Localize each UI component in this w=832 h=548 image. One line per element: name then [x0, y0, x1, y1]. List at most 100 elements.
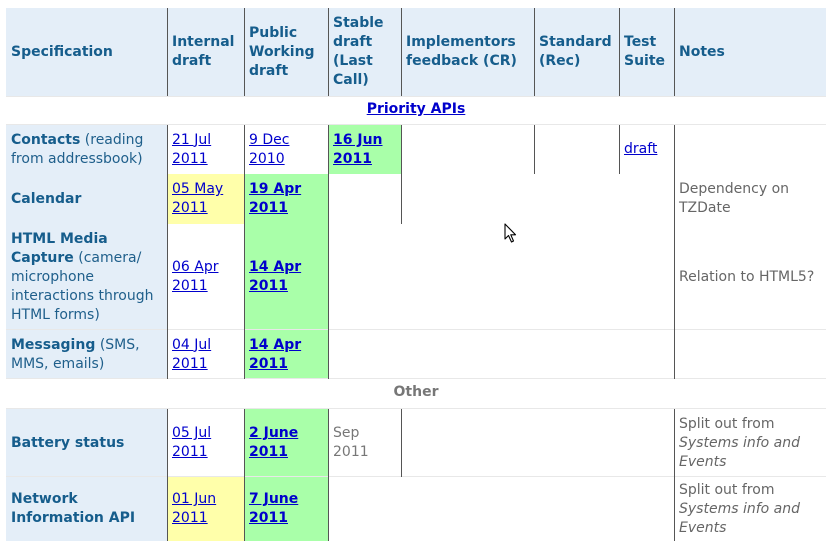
- network-notes-prefix: Split out from: [679, 481, 775, 498]
- spec-messaging: Messaging (SMS, MMS, emails): [6, 330, 167, 379]
- battery-stable-text: Sep 2011: [333, 425, 369, 460]
- column-divider: [401, 125, 402, 224]
- spec-network-information-api: Network Information API: [6, 477, 167, 541]
- calendar-internal-draft: 05 May 2011: [167, 174, 244, 224]
- column-divider: [167, 409, 168, 541]
- spec-messaging-name: Messaging: [11, 336, 96, 353]
- column-divider: [244, 8, 245, 96]
- column-divider: [534, 125, 535, 174]
- spec-network-name: Network Information API: [11, 491, 136, 526]
- row-divider: [6, 476, 826, 477]
- header-test-suite-label: Test Suite: [624, 34, 666, 69]
- mouse-cursor-icon: [504, 223, 517, 243]
- column-divider: [328, 8, 329, 96]
- capture-public-link[interactable]: 14 Apr 2011: [249, 258, 323, 296]
- network-internal-link[interactable]: 01 Jun 2011: [172, 490, 239, 528]
- spec-messaging-text: Messaging (SMS, MMS, emails): [11, 336, 162, 374]
- spec-status-table: Specification Internal draft Public Work…: [6, 8, 826, 548]
- battery-notes-italic: Systems info and Events: [679, 434, 800, 470]
- battery-public-draft: 2 June 2011: [244, 409, 328, 477]
- column-divider: [167, 125, 168, 379]
- battery-notes-prefix: Split out from: [679, 415, 775, 432]
- spec-battery-status: Battery status: [6, 409, 167, 477]
- spec-battery-name: Battery status: [11, 434, 125, 451]
- header-internal-draft-label: Internal draft: [172, 34, 235, 69]
- network-notes: Split out from Systems info and Events: [674, 477, 826, 541]
- spec-contacts-name: Contacts: [11, 131, 81, 148]
- capture-public-draft: 14 Apr 2011: [244, 224, 328, 330]
- column-divider: [619, 8, 620, 96]
- spec-contacts-text: Contacts (reading from addressbook): [11, 131, 162, 169]
- column-divider: [674, 409, 675, 541]
- priority-apis-link[interactable]: Priority APIs: [367, 101, 466, 117]
- battery-public-link[interactable]: 2 June 2011: [249, 424, 323, 462]
- network-public-link[interactable]: 7 June 2011: [249, 490, 323, 528]
- header-notes-label: Notes: [679, 43, 725, 60]
- column-divider: [401, 409, 402, 477]
- column-divider: [167, 8, 168, 96]
- header-implementors-feedback: Implementors feedback (CR): [401, 8, 534, 96]
- messaging-internal-link[interactable]: 04 Jul 2011: [172, 336, 239, 374]
- row-divider: [6, 408, 826, 409]
- header-implementors-feedback-label: Implementors feedback (CR): [406, 34, 517, 69]
- network-notes-text: Split out from Systems info and Events: [679, 481, 821, 538]
- capture-notes: Relation to HTML5?: [674, 224, 826, 330]
- battery-internal-link[interactable]: 05 Jul 2011: [172, 424, 239, 462]
- header-test-suite: Test Suite: [619, 8, 674, 96]
- messaging-public-draft: 14 Apr 2011: [244, 330, 328, 379]
- calendar-internal-link[interactable]: 05 May 2011: [172, 180, 239, 218]
- column-divider: [619, 125, 620, 174]
- messaging-internal-draft: 04 Jul 2011: [167, 330, 244, 379]
- section-other: Other: [6, 383, 826, 402]
- section-priority-apis: Priority APIs: [6, 100, 826, 119]
- section-other-label: Other: [393, 384, 439, 400]
- contacts-internal-link[interactable]: 21 Jul 2011: [172, 131, 239, 169]
- contacts-stable-draft: 16 Jun 2011: [328, 125, 401, 174]
- column-divider: [534, 8, 535, 96]
- contacts-internal-draft: 21 Jul 2011: [167, 125, 244, 174]
- contacts-notes: [674, 125, 826, 174]
- messaging-public-link[interactable]: 14 Apr 2011: [249, 336, 323, 374]
- row-divider: [6, 96, 826, 97]
- header-public-working-draft: Public Working draft: [244, 8, 328, 96]
- column-divider: [244, 125, 245, 379]
- calendar-public-link[interactable]: 19 Apr 2011: [249, 180, 323, 218]
- row-divider: [6, 124, 826, 125]
- spec-capture-text: HTML Media Capture (camera/ microphone i…: [11, 230, 162, 325]
- header-internal-draft: Internal draft: [167, 8, 244, 96]
- spec-calendar: Calendar: [6, 174, 167, 224]
- spec-calendar-name: Calendar: [11, 190, 82, 207]
- contacts-test-suite: draft: [619, 125, 674, 174]
- contacts-public-draft: 9 Dec 2010: [244, 125, 328, 174]
- contacts-stable-link[interactable]: 16 Jun 2011: [333, 131, 396, 169]
- row-divider: [6, 378, 826, 379]
- header-notes: Notes: [674, 8, 826, 96]
- calendar-notes: Dependency on TZDate: [674, 174, 826, 224]
- header-stable-draft: Stable draft (Last Call): [328, 8, 401, 96]
- battery-notes-text: Split out from Systems info and Events: [679, 415, 821, 472]
- spec-html-media-capture: HTML Media Capture (camera/ microphone i…: [6, 224, 167, 330]
- battery-notes: Split out from Systems info and Events: [674, 409, 826, 477]
- contacts-public-link[interactable]: 9 Dec 2010: [249, 131, 323, 169]
- capture-internal-draft: 06 Apr 2011: [167, 224, 244, 330]
- header-public-working-draft-label: Public Working draft: [249, 24, 315, 79]
- capture-internal-link[interactable]: 06 Apr 2011: [172, 258, 239, 296]
- header-standard: Standard (Rec): [534, 8, 619, 96]
- network-public-draft: 7 June 2011: [244, 477, 328, 541]
- contacts-test-suite-link[interactable]: draft: [624, 140, 657, 159]
- header-standard-label: Standard (Rec): [539, 34, 612, 69]
- row-divider: [6, 329, 826, 330]
- calendar-public-draft: 19 Apr 2011: [244, 174, 328, 224]
- calendar-notes-text: Dependency on TZDate: [679, 181, 790, 216]
- capture-notes-text: Relation to HTML5?: [679, 268, 815, 285]
- header-stable-draft-label: Stable draft (Last Call): [333, 15, 384, 88]
- column-divider: [328, 125, 329, 379]
- column-divider: [674, 125, 675, 379]
- network-notes-italic: Systems info and Events: [679, 500, 800, 536]
- header-specification-label: Specification: [11, 43, 113, 60]
- spec-contacts: Contacts (reading from addressbook): [6, 125, 167, 174]
- header-specification: Specification: [6, 8, 167, 96]
- battery-internal-draft: 05 Jul 2011: [167, 409, 244, 477]
- column-divider: [401, 8, 402, 96]
- column-divider: [674, 8, 675, 96]
